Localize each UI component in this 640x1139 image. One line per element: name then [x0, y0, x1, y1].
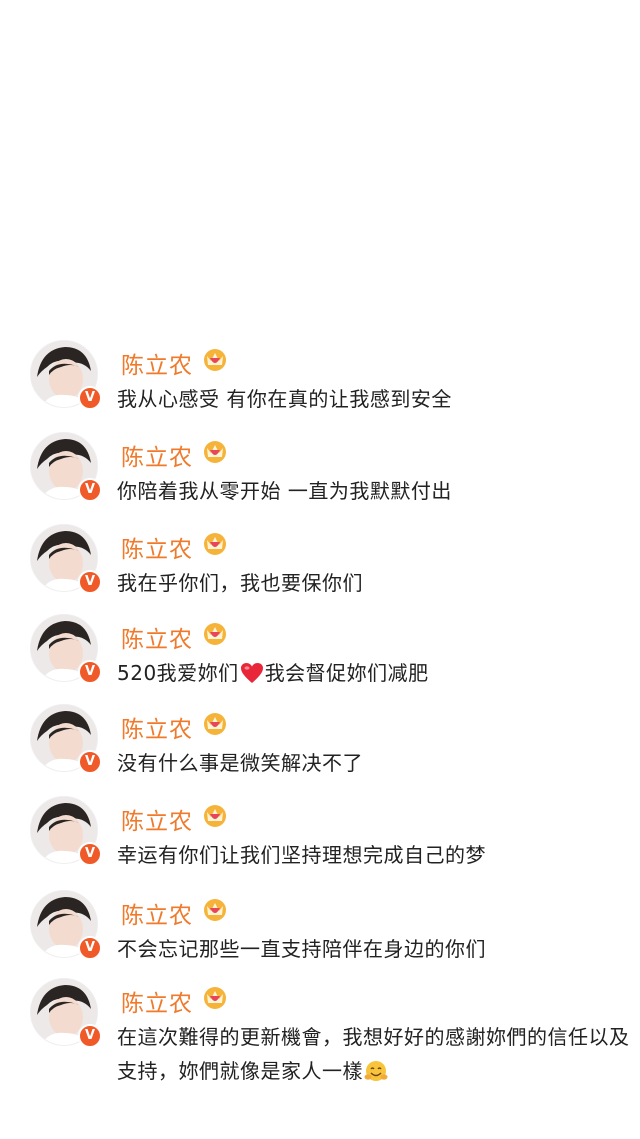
verified-badge: V — [78, 570, 102, 594]
post-text: 没有什么事是微笑解决不了 — [117, 751, 363, 775]
verified-badge: V — [78, 750, 102, 774]
user-name[interactable]: 陈立农 — [121, 530, 193, 564]
post-item: V 陈立农 你陪着我从零开始 一直为我默默付出 — [0, 428, 640, 518]
hugging-face-icon — [364, 1061, 388, 1081]
verified-badge: V — [78, 386, 102, 410]
post-text: 幸运有你们让我们坚持理想完成自己的梦 — [117, 843, 486, 867]
post-item: V 陈立农 520我爱妳们 我会督促妳们减肥 — [0, 610, 640, 700]
verified-badge: V — [78, 842, 102, 866]
verified-badge: V — [78, 660, 102, 684]
post-item: V 陈立农 幸运有你们让我们坚持理想完成自己的梦 — [0, 792, 640, 882]
crown-badge-icon — [204, 805, 226, 827]
post-text: 我在乎你们，我也要保你们 — [117, 571, 363, 595]
crown-badge-icon — [204, 441, 226, 463]
post-text: 你陪着我从零开始 一直为我默默付出 — [117, 479, 452, 503]
user-name[interactable]: 陈立农 — [121, 802, 193, 836]
post-text: 我从心感受 有你在真的让我感到安全 — [117, 387, 452, 411]
verified-badge: V — [78, 478, 102, 502]
crown-badge-icon — [204, 899, 226, 921]
post-text: 在這次難得的更新機會，我想好好的感謝妳們的信任以及支持，妳們就像是家人一樣 — [117, 1025, 630, 1083]
crown-badge-icon — [204, 623, 226, 645]
crown-badge-icon — [204, 533, 226, 555]
blank-header-area — [0, 0, 640, 336]
user-name[interactable]: 陈立农 — [121, 710, 193, 744]
heart-icon — [240, 663, 263, 683]
post-item: V 陈立农 我从心感受 有你在真的让我感到安全 — [0, 336, 640, 426]
user-name[interactable]: 陈立农 — [121, 896, 193, 930]
user-name[interactable]: 陈立农 — [121, 346, 193, 380]
post-item: V 陈立农 在這次難得的更新機會，我想好好的感謝妳們的信任以及支持，妳們就像是家… — [0, 974, 640, 1094]
post-text: 不会忘记那些一直支持陪伴在身边的你们 — [117, 937, 486, 961]
user-name[interactable]: 陈立农 — [121, 438, 193, 472]
crown-badge-icon — [204, 713, 226, 735]
post-text: 520我爱妳们 我会督促妳们减肥 — [117, 661, 429, 685]
post-item: V 陈立农 我在乎你们，我也要保你们 — [0, 520, 640, 610]
crown-badge-icon — [204, 349, 226, 371]
verified-badge: V — [78, 936, 102, 960]
post-item: V 陈立农 不会忘记那些一直支持陪伴在身边的你们 — [0, 886, 640, 976]
post-item: V 陈立农 没有什么事是微笑解决不了 — [0, 700, 640, 790]
verified-badge: V — [78, 1024, 102, 1048]
user-name[interactable]: 陈立农 — [121, 984, 193, 1018]
crown-badge-icon — [204, 987, 226, 1009]
user-name[interactable]: 陈立农 — [121, 620, 193, 654]
